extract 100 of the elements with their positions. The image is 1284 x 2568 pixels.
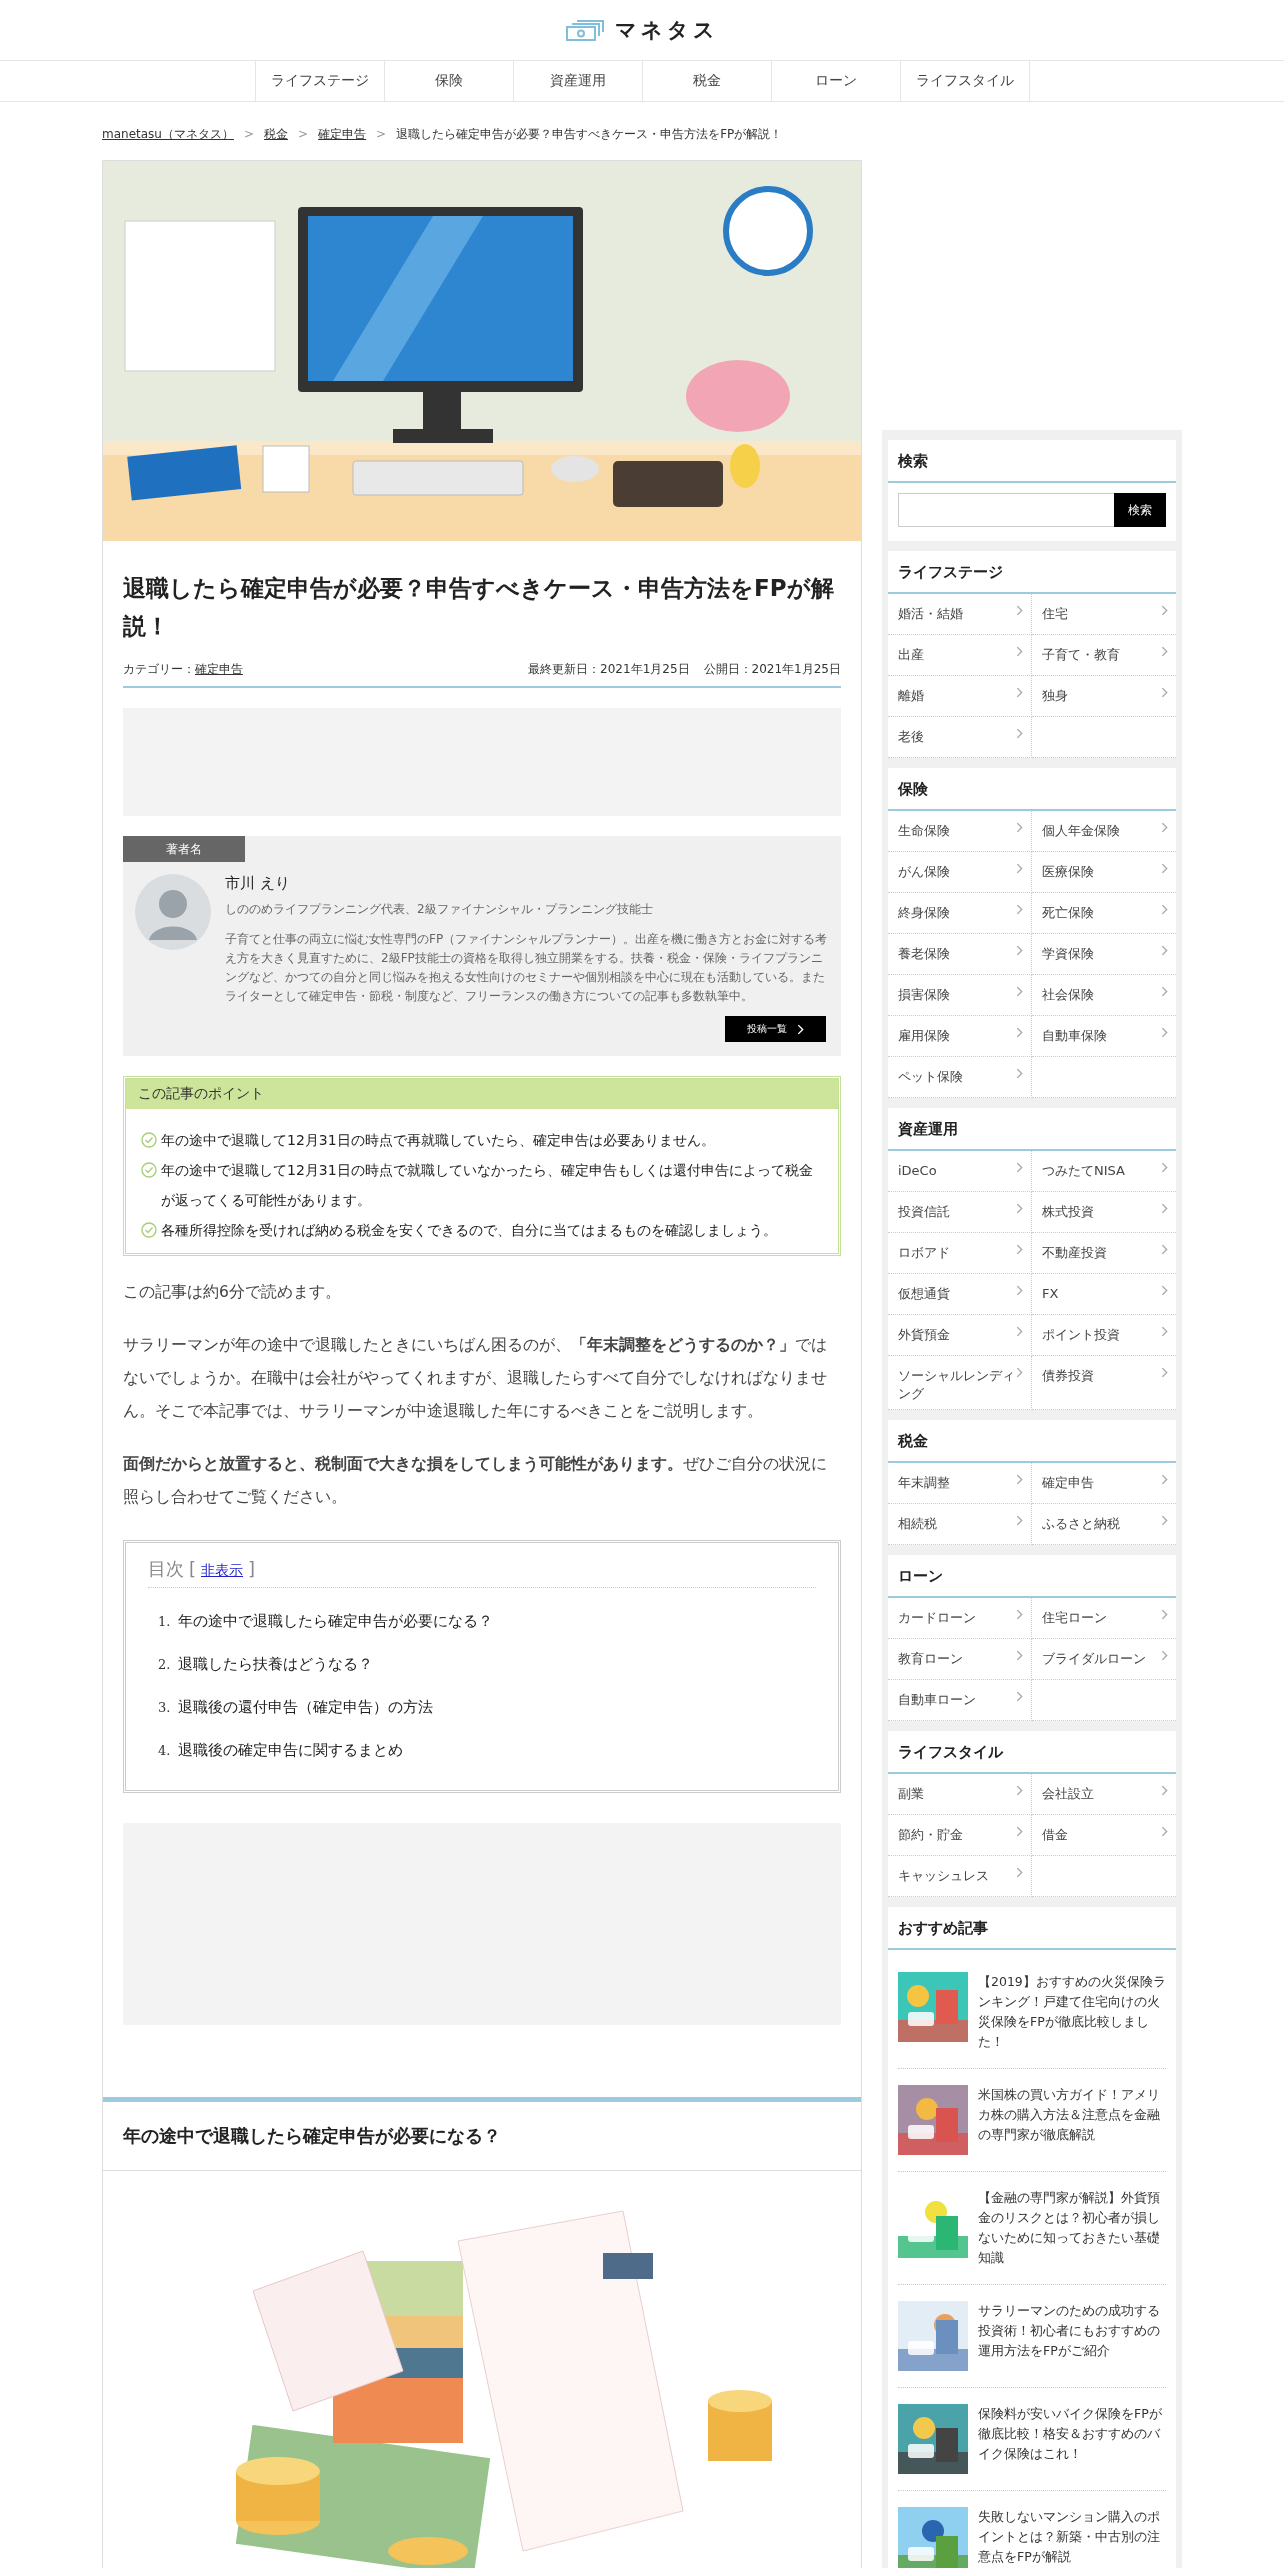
category-item[interactable]: 投資信託 (888, 1192, 1032, 1233)
chevron-icon (1161, 1244, 1168, 1255)
widget-title: 資産運用 (888, 1108, 1176, 1151)
category-item[interactable]: 相続税 (888, 1504, 1032, 1545)
chevron-icon (1161, 904, 1168, 915)
category-item[interactable]: 雇用保険 (888, 1016, 1032, 1057)
category-item[interactable]: キャッシュレス (888, 1856, 1032, 1897)
category-item[interactable]: 確定申告 (1032, 1463, 1176, 1504)
category-item[interactable]: 終身保険 (888, 893, 1032, 934)
article-link[interactable]: 【2019】おすすめの火災保険ランキング！戸建て住宅向けの火災保険をFPが徹底比較しました！ (978, 1972, 1166, 2052)
article-link[interactable]: 保険料が安いバイク保険をFPが徹底比較！格安＆おすすめのバイク保険はこれ！ (978, 2404, 1166, 2474)
nav-item[interactable]: ライフステージ (254, 61, 385, 101)
chevron-icon (1016, 728, 1023, 739)
category-item[interactable]: 養老保険 (888, 934, 1032, 975)
toc-link[interactable]: 退職したら扶養はどうなる？ (178, 1643, 374, 1686)
widget-title: 検索 (888, 440, 1176, 483)
article-link[interactable]: 米国株の買い方ガイド！アメリカ株の購入方法＆注意点を金融の専門家が徹底解説 (978, 2085, 1166, 2155)
category-item[interactable]: 株式投資 (1032, 1192, 1176, 1233)
nav-item[interactable]: 資産運用 (513, 61, 643, 101)
category-item[interactable]: ロボアド (888, 1233, 1032, 1274)
article-link[interactable]: サラリーマンのための成功する投資術！初心者にもおすすめの運用方法をFPがご紹介 (978, 2301, 1166, 2371)
category-item[interactable]: 自動車ローン (888, 1680, 1032, 1721)
category-item[interactable]: 会社設立 (1032, 1774, 1176, 1815)
category-item[interactable]: 学資保険 (1032, 934, 1176, 975)
category-item[interactable]: 出産 (888, 635, 1032, 676)
category-item[interactable]: 住宅 (1032, 594, 1176, 635)
nav-item[interactable]: ローン (771, 61, 901, 101)
category-item[interactable]: 借金 (1032, 1815, 1176, 1856)
author-name: 市川 えり (225, 874, 291, 893)
paragraph: 面倒だからと放置すると、税制面で大きな損をしてしまう可能性があります。ぜひご自分の状況に照らし合わせてご覧ください。 (123, 1454, 828, 1508)
category-item[interactable]: ポイント投資 (1032, 1315, 1176, 1356)
chevron-icon (1161, 1162, 1168, 1173)
category-item[interactable]: カードローン (888, 1598, 1032, 1639)
article-title: 退職したら確定申告が必要？申告すべきケース・申告方法をFPが解説！ (123, 574, 835, 641)
author-role: しののめライフプランニング代表、2級ファイナンシャル・プランニング技能士 (225, 901, 654, 918)
chevron-icon (1016, 1027, 1023, 1038)
posts-button[interactable]: 投稿一覧 (725, 1016, 826, 1042)
category-item[interactable]: 副業 (888, 1774, 1032, 1815)
category-item[interactable]: FX (1032, 1274, 1176, 1315)
category-item[interactable]: iDeCo (888, 1151, 1032, 1192)
chevron-icon (1161, 646, 1168, 657)
chevron-icon (1161, 605, 1168, 616)
category-item[interactable]: 年末調整 (888, 1463, 1032, 1504)
chevron-icon (1016, 1515, 1023, 1526)
chevron-icon (1016, 1609, 1023, 1620)
toc-number: 3. (158, 1699, 171, 1717)
category-item[interactable]: 婚活・結婚 (888, 594, 1032, 635)
toc-title: 目次 (148, 1557, 184, 1581)
nav-item[interactable]: 税金 (642, 61, 772, 101)
category-item[interactable]: 個人年金保険 (1032, 811, 1176, 852)
widget-title: 税金 (888, 1420, 1176, 1463)
category-item[interactable]: 死亡保険 (1032, 893, 1176, 934)
chevron-icon (1161, 1367, 1168, 1378)
article-link[interactable]: 失敗しないマンション購入のポイントとは？新築・中古別の注意点をFPが解説 (978, 2507, 1166, 2568)
category-item[interactable]: 医療保険 (1032, 852, 1176, 893)
nav-item[interactable]: ライフスタイル (900, 61, 1030, 101)
breadcrumb-link[interactable]: manetasu（マネタス） (102, 125, 234, 143)
hide-link[interactable]: 非表示 (201, 1562, 244, 1580)
points-title: この記事のポイント (126, 1079, 838, 1109)
category-item[interactable]: 節約・貯金 (888, 1815, 1032, 1856)
category-item[interactable]: 老後 (888, 717, 1032, 758)
search-button[interactable]: 検索 (1114, 493, 1166, 527)
nav-item[interactable]: 保険 (384, 61, 514, 101)
category-item[interactable]: 離婚 (888, 676, 1032, 717)
category-item[interactable]: 仮想通貨 (888, 1274, 1032, 1315)
category-item[interactable]: 不動産投資 (1032, 1233, 1176, 1274)
toc-link[interactable]: 退職後の確定申告に関するまとめ (178, 1729, 404, 1772)
check-icon (141, 1132, 157, 1148)
category-item[interactable]: 債券投資 (1032, 1356, 1176, 1410)
category-item[interactable]: 子育て・教育 (1032, 635, 1176, 676)
article-link[interactable]: 【金融の専門家が解説】外貨預金のリスクとは？初心者が損しないために知っておきたい基礎知識 (978, 2188, 1166, 2268)
category-link[interactable]: 確定申告 (195, 662, 243, 676)
search-field[interactable] (898, 493, 1114, 527)
breadcrumb-link[interactable]: 確定申告 (318, 125, 367, 143)
chevron-icon (1016, 986, 1023, 997)
toc-number: 1. (158, 1613, 171, 1631)
category-item[interactable]: 損害保険 (888, 975, 1032, 1016)
category-item[interactable]: つみたてNISA (1032, 1151, 1176, 1192)
category-item[interactable]: がん保険 (888, 852, 1032, 893)
category-item[interactable]: 住宅ローン (1032, 1598, 1176, 1639)
category-item[interactable]: ブライダルローン (1032, 1639, 1176, 1680)
chevron-icon (1016, 1367, 1023, 1378)
toc-link[interactable]: 退職後の還付申告（確定申告）の方法 (178, 1686, 434, 1729)
category-item[interactable]: ソーシャルレンディング (888, 1356, 1032, 1410)
category-item[interactable]: 自動車保険 (1032, 1016, 1176, 1057)
category-item[interactable]: 社会保険 (1032, 975, 1176, 1016)
category-item[interactable]: 独身 (1032, 676, 1176, 717)
chevron-icon (1161, 863, 1168, 874)
category-item[interactable]: ふるさと納税 (1032, 1504, 1176, 1545)
category-item[interactable]: ペット保険 (888, 1057, 1032, 1098)
category-item[interactable]: 教育ローン (888, 1639, 1032, 1680)
site-logo[interactable]: マネタス (615, 16, 719, 44)
breadcrumb-link[interactable]: 税金 (264, 125, 288, 143)
category-item[interactable]: 外貨預金 (888, 1315, 1032, 1356)
widget-title: ローン (888, 1555, 1176, 1598)
chevron-icon (1016, 687, 1023, 698)
category-item[interactable]: 生命保険 (888, 811, 1032, 852)
chevron-icon (1016, 1162, 1023, 1173)
chevron-icon (1016, 1650, 1023, 1661)
toc-link[interactable]: 年の途中で退職したら確定申告が必要になる？ (178, 1600, 494, 1643)
